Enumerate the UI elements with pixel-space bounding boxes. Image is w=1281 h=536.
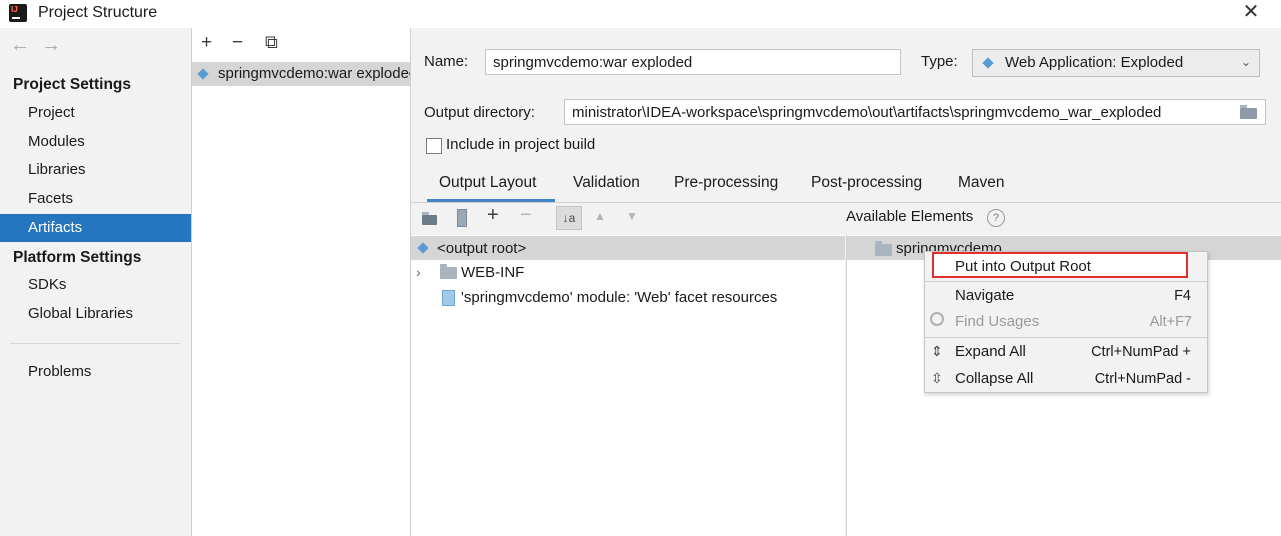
expand-all-icon: ⇕ bbox=[931, 343, 943, 359]
output-root-icon bbox=[417, 242, 429, 254]
tab-validation[interactable]: Validation bbox=[573, 174, 640, 192]
include-in-build-checkbox[interactable] bbox=[426, 138, 442, 154]
sort-elements-icon[interactable]: ↓a bbox=[556, 206, 582, 230]
sidebar-item-global-libraries[interactable]: Global Libraries bbox=[0, 301, 191, 327]
expand-all-shortcut: Ctrl+NumPad + bbox=[1091, 344, 1191, 360]
browse-folder-icon[interactable] bbox=[1238, 104, 1260, 120]
move-up-icon[interactable]: ▲ bbox=[594, 209, 606, 223]
tree-row-web-facet-resources[interactable]: 'springmvcdemo' module: 'Web' facet reso… bbox=[461, 289, 777, 306]
remove-icon[interactable]: − bbox=[520, 204, 532, 227]
platform-settings-header: Platform Settings bbox=[13, 249, 142, 266]
find-usages-shortcut: Alt+F7 bbox=[1149, 314, 1192, 330]
title-bar bbox=[0, 0, 1281, 28]
menu-item-put-into-output-root[interactable]: Put into Output Root bbox=[955, 258, 1091, 275]
close-icon[interactable]: ✕ bbox=[1240, 2, 1262, 24]
sidebar-item-artifacts[interactable]: Artifacts bbox=[0, 214, 191, 242]
create-archive-icon[interactable] bbox=[457, 209, 467, 227]
output-directory-field[interactable]: ministrator\IDEA-workspace\springmvcdemo… bbox=[564, 99, 1266, 125]
copy-artifact-button[interactable]: ⧉ bbox=[265, 32, 278, 53]
window-title: Project Structure bbox=[38, 4, 158, 21]
name-label: Name: bbox=[424, 53, 469, 70]
intellij-logo-icon: IJ bbox=[9, 4, 27, 22]
menu-separator bbox=[925, 337, 1207, 338]
tab-maven[interactable]: Maven bbox=[958, 174, 1005, 192]
type-select-value: Web Application: Exploded bbox=[1005, 54, 1184, 71]
tab-output-layout[interactable]: Output Layout bbox=[439, 174, 536, 192]
web-artifact-icon bbox=[197, 68, 209, 80]
collapse-all-icon: ⇳ bbox=[931, 370, 943, 386]
active-tab-indicator bbox=[427, 199, 555, 202]
include-in-build-label: Include in project build bbox=[446, 136, 596, 153]
sidebar-item-sdks[interactable]: SDKs bbox=[0, 272, 191, 298]
add-copy-icon[interactable]: + bbox=[487, 204, 499, 227]
menu-separator bbox=[925, 281, 1207, 282]
tree-row-web-inf[interactable]: WEB-INF bbox=[461, 264, 524, 281]
menu-item-find-usages[interactable]: Find Usages bbox=[955, 313, 1039, 330]
forward-arrow-icon[interactable]: → bbox=[41, 34, 61, 57]
sidebar-item-libraries[interactable]: Libraries bbox=[0, 157, 191, 183]
folder-icon bbox=[440, 264, 457, 279]
sidebar-item-modules[interactable]: Modules bbox=[0, 129, 191, 155]
search-icon bbox=[930, 312, 944, 326]
web-app-icon bbox=[982, 57, 994, 69]
chevron-down-icon: ⌄ bbox=[1241, 55, 1252, 69]
web-facet-icon bbox=[442, 290, 455, 306]
collapse-all-shortcut: Ctrl+NumPad - bbox=[1094, 371, 1191, 387]
artifact-list-item[interactable]: springmvcdemo:war exploded bbox=[192, 62, 410, 86]
tab-pre-processing[interactable]: Pre-processing bbox=[674, 174, 778, 192]
tree-row-label: <output root> bbox=[437, 240, 527, 257]
navigate-shortcut: F4 bbox=[1174, 288, 1191, 304]
add-artifact-button[interactable]: + bbox=[201, 32, 212, 54]
project-settings-header: Project Settings bbox=[13, 76, 131, 93]
remove-artifact-button[interactable]: − bbox=[232, 32, 243, 54]
output-directory-label: Output directory: bbox=[424, 104, 535, 121]
type-select[interactable]: Web Application: Exploded ⌄ bbox=[972, 49, 1260, 77]
back-arrow-icon[interactable]: ← bbox=[10, 34, 30, 57]
move-down-icon[interactable]: ▼ bbox=[626, 209, 638, 223]
help-icon[interactable]: ? bbox=[987, 209, 1005, 227]
artifact-label: springmvcdemo:war exploded bbox=[218, 65, 410, 82]
create-directory-icon[interactable] bbox=[422, 212, 440, 226]
menu-item-navigate[interactable]: Navigate bbox=[955, 287, 1014, 304]
sidebar-item-facets[interactable]: Facets bbox=[0, 186, 191, 212]
tab-post-processing[interactable]: Post-processing bbox=[811, 174, 922, 192]
sidebar-item-project[interactable]: Project bbox=[0, 100, 191, 126]
artifacts-list-panel bbox=[192, 28, 411, 536]
sidebar-item-problems[interactable]: Problems bbox=[0, 359, 191, 385]
module-folder-icon bbox=[875, 241, 892, 256]
menu-item-expand-all[interactable]: Expand All bbox=[955, 343, 1026, 360]
tree-row-output-root[interactable]: <output root> bbox=[411, 236, 845, 260]
name-field[interactable]: springmvcdemo:war exploded bbox=[485, 49, 901, 75]
sidebar-divider bbox=[10, 343, 180, 344]
expand-arrow-icon[interactable]: › bbox=[416, 264, 421, 280]
menu-item-collapse-all[interactable]: Collapse All bbox=[955, 370, 1033, 387]
available-elements-header: Available Elements bbox=[846, 208, 974, 225]
type-label: Type: bbox=[921, 53, 958, 70]
